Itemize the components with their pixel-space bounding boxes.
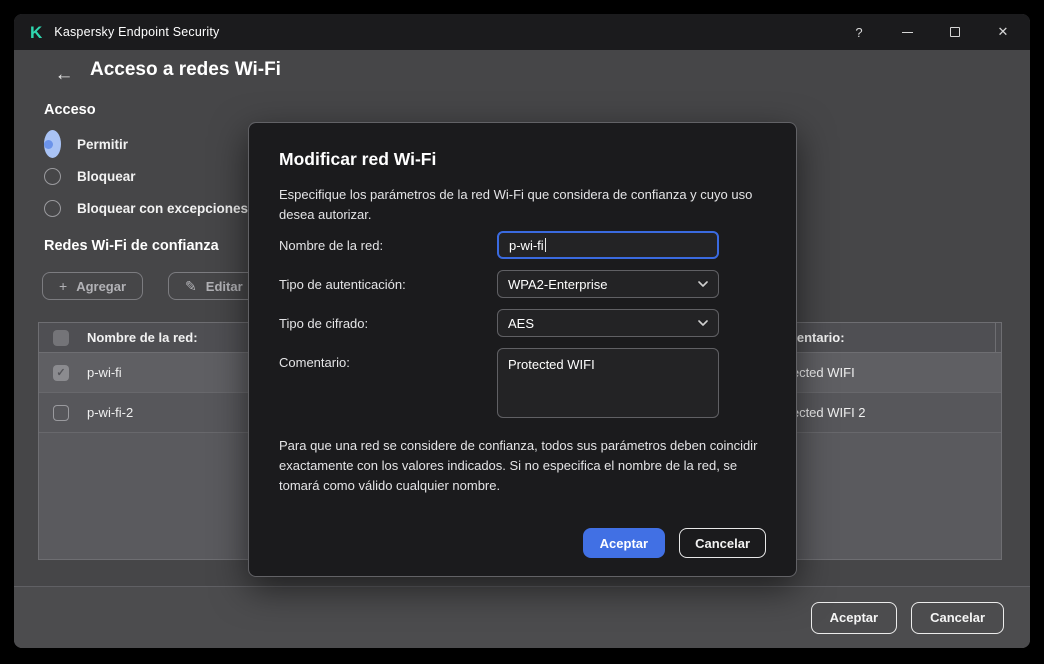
auth-type-label: Tipo de autenticación: (279, 277, 406, 292)
radio-selected-icon (44, 130, 61, 158)
minimize-icon (902, 32, 913, 33)
access-heading: Acceso (44, 102, 96, 118)
back-button[interactable]: ← (50, 62, 78, 88)
radio-label: Bloquear con excepciones (77, 201, 248, 216)
dialog-description: Especifique los parámetros de la red Wi-… (279, 185, 773, 224)
network-name-input[interactable]: p-wi-fi (497, 231, 719, 259)
radio-option-permitir[interactable]: Permitir (44, 128, 248, 160)
network-name-label: Nombre de la red: (279, 238, 383, 253)
minimize-button[interactable] (892, 18, 922, 46)
footer-cancel-button[interactable]: Cancelar (911, 602, 1004, 634)
add-button-label: Agregar (76, 279, 126, 294)
auth-type-select[interactable]: WPA2-Enterprise (497, 270, 719, 298)
network-name-cell: p-wi-fi-2 (87, 405, 133, 420)
radio-option-bloquear[interactable]: Bloquear (44, 160, 248, 192)
maximize-icon (950, 27, 960, 37)
radio-icon (44, 200, 61, 217)
app-window: K Kaspersky Endpoint Security ? ✕ ← Acce… (14, 14, 1030, 648)
maximize-button[interactable] (940, 18, 970, 46)
edit-button[interactable]: ✎ Editar (168, 272, 260, 300)
modify-wifi-dialog: Modificar red Wi-Fi Especifique los pará… (248, 122, 797, 577)
row-checkbox-checked[interactable]: ✓ (53, 365, 69, 381)
chevron-down-icon (698, 281, 708, 287)
footer-accept-button[interactable]: Aceptar (811, 602, 897, 634)
main-content: ← Acceso a redes Wi-Fi Acceso Permitir B… (14, 50, 1030, 648)
help-button[interactable]: ? (844, 18, 874, 46)
trusted-networks-heading: Redes Wi-Fi de confianza (44, 238, 219, 254)
access-radio-group: Permitir Bloquear Bloquear con excepcion… (44, 128, 248, 224)
network-name-value: p-wi-fi (509, 238, 544, 253)
kaspersky-logo-icon: K (30, 24, 42, 41)
page-title: Acceso a redes Wi-Fi (90, 59, 281, 81)
table-toolbar: + Agregar ✎ Editar (42, 272, 260, 300)
edit-button-label: Editar (206, 279, 243, 294)
network-name-cell: p-wi-fi (87, 365, 122, 380)
dialog-buttons: Aceptar Cancelar (583, 528, 766, 558)
add-button[interactable]: + Agregar (42, 272, 143, 300)
dialog-cancel-button[interactable]: Cancelar (679, 528, 766, 558)
column-network-name: Nombre de la red: (87, 330, 198, 345)
radio-icon (44, 168, 61, 185)
row-checkbox-unchecked[interactable] (53, 405, 69, 421)
select-all-checkbox[interactable] (53, 330, 69, 346)
app-title: Kaspersky Endpoint Security (54, 25, 219, 39)
comment-textarea[interactable]: Protected WIFI (497, 348, 719, 418)
radio-label: Bloquear (77, 169, 136, 184)
plus-icon: + (59, 278, 67, 294)
column-divider (995, 323, 996, 352)
dialog-note: Para que una red se considere de confian… (279, 436, 773, 496)
radio-label: Permitir (77, 137, 128, 152)
close-button[interactable]: ✕ (988, 18, 1018, 46)
text-caret (545, 238, 546, 252)
page-footer: Aceptar Cancelar (14, 586, 1030, 648)
radio-option-bloquear-con-excepciones[interactable]: Bloquear con excepciones (44, 192, 248, 224)
pencil-icon: ✎ (185, 278, 197, 295)
comment-label: Comentario: (279, 355, 350, 370)
encryption-type-select[interactable]: AES (497, 309, 719, 337)
chevron-down-icon (698, 320, 708, 326)
auth-type-value: WPA2-Enterprise (508, 277, 607, 292)
encryption-type-label: Tipo de cifrado: (279, 316, 368, 331)
encryption-type-value: AES (508, 316, 534, 331)
titlebar: K Kaspersky Endpoint Security ? ✕ (14, 14, 1030, 50)
comment-value: Protected WIFI (508, 357, 595, 372)
dialog-title: Modificar red Wi-Fi (279, 149, 436, 170)
dialog-accept-button[interactable]: Aceptar (583, 528, 665, 558)
